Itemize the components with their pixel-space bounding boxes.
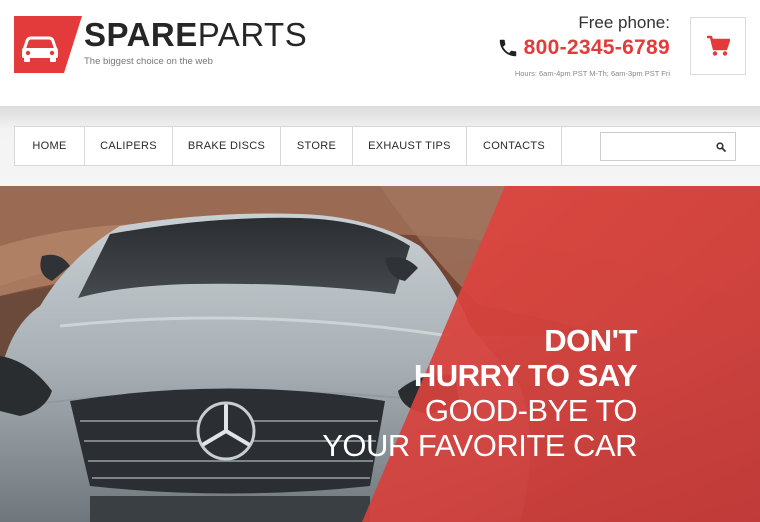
cart-button[interactable] (690, 17, 746, 75)
nav-item-store[interactable]: STORE (281, 127, 353, 165)
search-icon (716, 142, 726, 152)
shopping-cart-icon (707, 35, 730, 56)
business-hours: Hours: 6am-4pm PST M-Th; 6am-3pm PST Fri (514, 69, 670, 78)
nav-item-brake-discs[interactable]: BRAKE DISCS (173, 127, 281, 165)
brand-name-bold: SPARE (84, 16, 198, 53)
phone-number[interactable]: 800-2345-6789 (524, 36, 670, 60)
nav-band: HOME CALIPERS BRAKE DISCS STORE EXHAUST … (0, 106, 760, 186)
phone-icon (499, 39, 516, 57)
nav-item-home[interactable]: HOME (15, 127, 85, 165)
brand-name[interactable]: SPAREPARTS (84, 15, 307, 55)
brand-name-light: PARTS (197, 16, 308, 53)
search-input[interactable] (601, 133, 709, 160)
hero-line-2: HURRY TO SAY (413, 358, 638, 393)
nav-item-exhaust-tips[interactable]: EXHAUST TIPS (353, 127, 467, 165)
hero-headline: DON'T HURRY TO SAY GOOD-BYE TO YOUR FAVO… (322, 323, 637, 463)
hero-line-4: YOUR FAVORITE CAR (322, 428, 637, 463)
site-header: SPAREPARTS The biggest choice on the web… (0, 0, 760, 106)
brand-tagline: The biggest choice on the web (84, 56, 213, 67)
nav-item-contacts[interactable]: CONTACTS (467, 127, 562, 165)
phone-label: Free phone: (578, 13, 670, 32)
logo[interactable] (14, 16, 82, 73)
search-button[interactable] (711, 137, 731, 157)
hero-banner: DON'T HURRY TO SAY GOOD-BYE TO YOUR FAVO… (0, 186, 760, 522)
car-icon (14, 16, 82, 73)
hero-line-3: GOOD-BYE TO (424, 393, 638, 428)
main-nav: HOME CALIPERS BRAKE DISCS STORE EXHAUST … (14, 126, 760, 166)
search-box (600, 132, 736, 161)
nav-item-calipers[interactable]: CALIPERS (85, 127, 173, 165)
phone-row[interactable]: 800-2345-6789 (497, 34, 670, 62)
hero-line-1: DON'T (544, 323, 637, 358)
